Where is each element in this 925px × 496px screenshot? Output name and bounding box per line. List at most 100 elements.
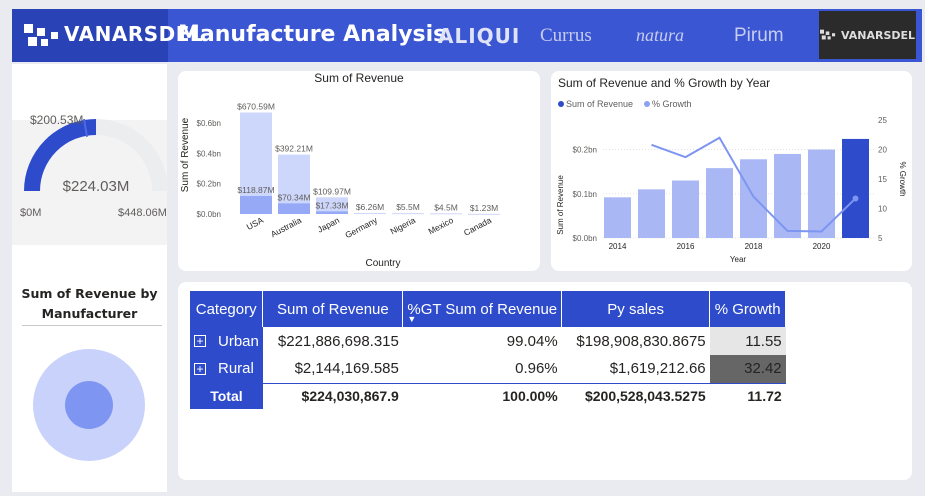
legend-marker-revenue — [558, 101, 564, 107]
data-label: $17.33M — [315, 200, 348, 210]
expand-plus-icon[interactable]: + — [194, 362, 206, 375]
bar — [354, 213, 386, 215]
table-row[interactable]: + Urban $221,886,698.315 99.04% $198,908… — [190, 327, 786, 355]
header-py-sales[interactable]: Py sales — [561, 291, 711, 327]
y2-tick-label: 20 — [878, 146, 887, 155]
gauge-min-label: $0M — [20, 207, 42, 219]
legend-marker-growth — [644, 101, 650, 107]
x-tick-label: Nigeria — [388, 215, 417, 237]
data-label: $4.5M — [434, 202, 458, 212]
total-row: Total $224,030,867.9 100.00% $200,528,04… — [190, 382, 786, 409]
row-py-sales: $198,908,830.8675 — [576, 332, 706, 350]
gauge-max-label: $448.06M — [118, 207, 167, 219]
y-tick-label: $0.6bn — [197, 119, 221, 128]
header-sum-of-revenue[interactable]: Sum of Revenue — [262, 291, 404, 327]
data-label: $109.97M — [313, 186, 351, 196]
bar — [706, 168, 733, 238]
row-growth: 32.42 — [709, 355, 786, 383]
x-tick-label: Germany — [343, 215, 379, 241]
header-gt-label: %GT Sum of Revenue — [407, 300, 558, 318]
y-tick-label: $0.1bn — [573, 190, 597, 199]
brand-logo[interactable]: VANARSDEL — [12, 9, 203, 62]
manufacturer-donut-slice[interactable] — [65, 381, 113, 429]
bar — [240, 196, 272, 214]
bar — [740, 159, 767, 238]
header-growth[interactable]: % Growth — [709, 291, 787, 327]
row-revenue: $2,144,169.585 — [294, 360, 399, 378]
bar — [316, 211, 348, 214]
y-tick-label: $0.0bn — [573, 234, 597, 243]
total-revenue: $224,030,867.9 — [262, 382, 403, 409]
total-label: Total — [190, 382, 263, 409]
logo-pirum-button[interactable]: Pirum — [734, 9, 784, 62]
x-tick-label: Australia — [269, 215, 303, 239]
x-tick-label: 2018 — [745, 242, 763, 251]
brand-mark-icon — [24, 24, 58, 46]
bar — [604, 197, 631, 238]
bar — [430, 213, 462, 215]
x-tick-label: Japan — [316, 215, 341, 235]
revenue-growth-by-year-card: Sum of Revenue and % Growth by Year Sum … — [551, 71, 912, 271]
row-category-cell[interactable]: + Rural — [190, 355, 263, 383]
y-axis-title: Sum of Revenue — [180, 117, 191, 192]
row-category-label: Urban — [218, 332, 259, 350]
y-tick-label: $0.4bn — [197, 149, 221, 158]
y2-tick-label: 10 — [878, 205, 887, 214]
logo-natura-button[interactable]: natura — [636, 9, 684, 62]
total-gt: 100.00% — [402, 382, 562, 409]
bar — [774, 153, 801, 238]
row-revenue: $221,886,698.315 — [277, 332, 399, 350]
y2-tick-label: 5 — [878, 234, 883, 243]
row-gt: 0.96% — [515, 360, 558, 378]
data-label: $70.34M — [277, 192, 310, 202]
revenue-by-country-chart[interactable]: Sum of Revenue Country $0.0bn $0.2bn $0.4b… — [178, 71, 540, 271]
y-tick-label: $0.0bn — [197, 210, 221, 219]
bar — [672, 180, 699, 238]
divider — [22, 325, 162, 326]
data-label: $1.23M — [470, 203, 498, 213]
data-label: $6.26M — [356, 202, 384, 212]
vanarsdel-mark-icon — [819, 29, 836, 40]
header-category[interactable]: Category — [190, 291, 264, 327]
y-tick-label: $0.2bn — [573, 146, 597, 155]
category-matrix: Category Sum of Revenue %GT Sum of Reven… — [190, 291, 787, 409]
row-category-label: Rural — [218, 360, 254, 378]
bar — [842, 138, 869, 238]
bar — [468, 213, 500, 215]
data-label: $392.21M — [275, 144, 313, 154]
revenue-growth-by-year-chart[interactable]: Sum of Revenue % Growth Sum of Revenue %… — [551, 71, 912, 271]
logo-aliqui-button[interactable]: ALIQUI — [438, 9, 520, 62]
left-panel: $200.53M $224.03M $0M $448.06M Sum of Re… — [12, 64, 168, 492]
expand-plus-icon[interactable]: + — [194, 335, 206, 347]
x-tick-label: USA — [245, 215, 265, 232]
category-matrix-card: Category Sum of Revenue %GT Sum of Reven… — [178, 282, 912, 480]
x-tick-label: 2014 — [609, 242, 627, 251]
y2-axis-title: % Growth — [898, 161, 907, 196]
x-axis-title: Year — [730, 255, 747, 264]
table-row[interactable]: + Rural $2,144,169.585 0.96% $1,619,212.… — [190, 355, 786, 383]
manufacturer-chart-title: Sum of Revenue by Manufacturer — [21, 286, 158, 321]
bar — [278, 203, 310, 214]
x-axis-title: Country — [365, 258, 400, 269]
page-title: Manufacture Analysis — [178, 22, 447, 47]
gauge-target-label: $200.53M — [30, 113, 84, 127]
logo-vanarsdel-button[interactable]: VANARSDEL — [819, 11, 916, 59]
growth-point — [852, 195, 859, 202]
y2-tick-label: 25 — [878, 116, 887, 125]
row-category-cell[interactable]: + Urban — [190, 327, 263, 355]
logo-currus-button[interactable]: Currus — [540, 9, 592, 62]
legend-growth: % Growth — [652, 99, 692, 109]
total-py-sales: $200,528,043.5275 — [561, 382, 710, 409]
x-tick-label: Mexico — [426, 215, 455, 237]
bar — [638, 189, 665, 238]
header-gt-sum-of-revenue[interactable]: %GT Sum of Revenue ▼ — [402, 291, 563, 327]
gauge-value: $224.03M — [62, 178, 130, 195]
y-tick-label: $0.2bn — [197, 180, 221, 189]
total-growth: 11.72 — [709, 382, 786, 409]
data-label: $5.5M — [396, 202, 420, 212]
bar — [808, 149, 835, 238]
x-tick-label: 2020 — [813, 242, 831, 251]
bar — [392, 213, 424, 215]
row-py-sales: $1,619,212.66 — [609, 360, 706, 378]
revenue-by-country-card: Sum of Revenue Sum of Revenue Country $0… — [178, 71, 540, 271]
